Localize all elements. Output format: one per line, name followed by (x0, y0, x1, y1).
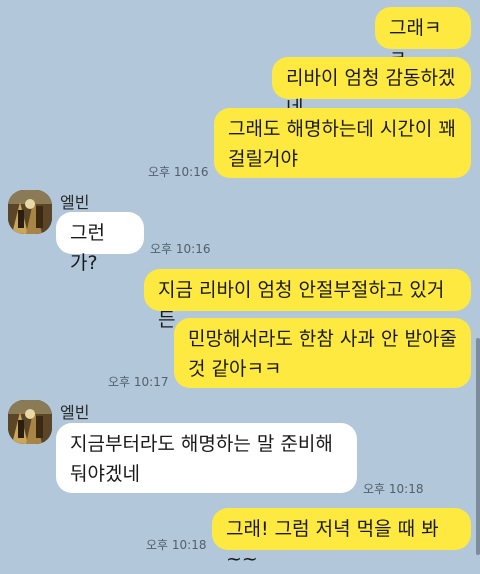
message-timestamp: 오후 10:18 (363, 482, 424, 496)
avatar[interactable] (8, 190, 52, 234)
message-text-line: 둬야겠네 (70, 463, 140, 485)
message-bubble-received[interactable]: 지금부터라도 해명하는 말 준비해 둬야겠네 (56, 423, 357, 493)
message-text: 그런가? (70, 222, 105, 274)
avatar[interactable] (8, 400, 52, 444)
sender-name: 엘빈 (60, 403, 90, 422)
message-text-line: 지금부터라도 해명하는 말 준비해 (70, 433, 333, 455)
message-bubble-received[interactable]: 그런가? (56, 212, 144, 274)
message-bubble-sent[interactable]: 지금 리바이 엄청 안절부절하고 있거든 (144, 269, 471, 331)
message-timestamp: 오후 10:17 (108, 375, 169, 389)
message-bubble-sent[interactable]: 그래ㅋㅋ (375, 7, 471, 69)
message-bubble-sent[interactable]: 민망해서라도 한참 사과 안 받아줄 것 같아ㅋㅋ (174, 318, 471, 388)
message-timestamp: 오후 10:16 (150, 242, 211, 256)
message-timestamp: 오후 10:16 (148, 165, 209, 179)
message-text-line: 것 같아ㅋㅋ (188, 358, 282, 380)
message-text-line: 걸릴거야 (228, 148, 298, 170)
message-bubble-sent[interactable]: 그래도 해명하는데 시간이 꽤 걸릴거야 (214, 108, 471, 178)
message-text-line: 그래도 해명하는데 시간이 꽤 (228, 118, 456, 140)
message-bubble-sent[interactable]: 리바이 엄청 감동하겠네 (272, 57, 471, 119)
message-text: 그래! 그럼 저녁 먹을 때 봐~~ (226, 518, 439, 570)
message-bubble-sent[interactable]: 그래! 그럼 저녁 먹을 때 봐~~ (212, 508, 471, 570)
scrollbar[interactable] (476, 338, 480, 555)
message-timestamp: 오후 10:18 (146, 538, 207, 552)
message-text-line: 민망해서라도 한참 사과 안 받아줄 (188, 328, 457, 350)
sender-name: 엘빈 (60, 193, 90, 212)
